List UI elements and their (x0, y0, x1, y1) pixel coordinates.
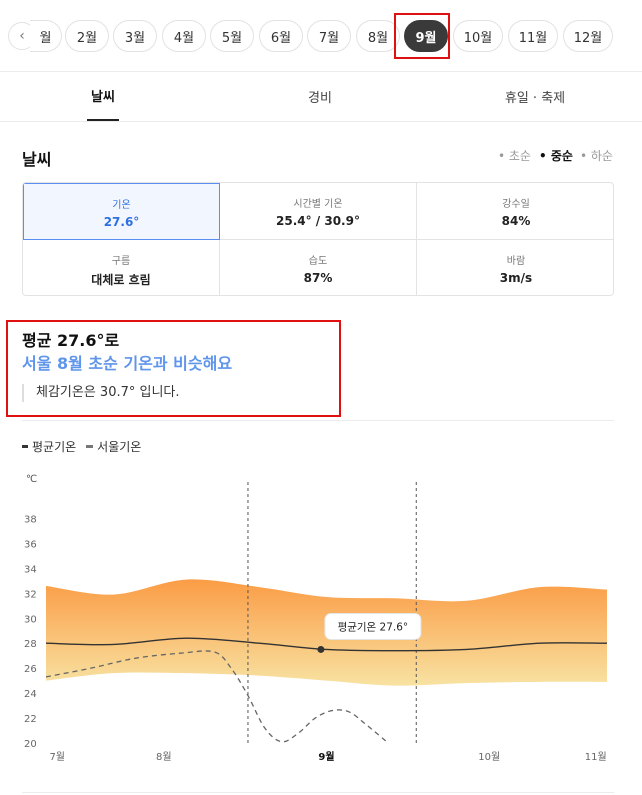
stat-label: 습도 (308, 256, 328, 267)
y-tick-label: 34 (24, 564, 37, 575)
x-tick-label: 11월 (585, 751, 607, 763)
tab-holidays-festivals[interactable]: 휴일 · 축제 (490, 72, 580, 121)
chart-legend: 평균기온 서울기온 (22, 438, 141, 455)
stat-wind[interactable]: 바람 3m/s (417, 240, 613, 295)
month-6[interactable]: 6월 (259, 20, 303, 52)
stat-value: 27.6° (103, 215, 140, 229)
stat-value: 84% (501, 214, 531, 228)
y-tick-label: 20 (24, 739, 37, 750)
stat-label: 시간별 기온 (293, 199, 343, 210)
chevron-left-icon: ‹ (19, 28, 25, 44)
stat-temperature[interactable]: 기온 27.6° (23, 183, 220, 240)
period-mid[interactable]: • 중순 (539, 147, 573, 164)
x-tick-label: 9월 (318, 751, 334, 763)
temperature-chart[interactable]: ℃ 20 22 24 26 28 30 32 34 36 38 평균기온 27.6° 7월 8월 9월… (0, 462, 642, 772)
month-11[interactable]: 11월 (508, 20, 558, 52)
x-tick-label: 7월 (49, 751, 65, 763)
y-tick-label: 24 (24, 689, 37, 700)
stat-cloud[interactable]: 구름 대체로 흐림 (23, 240, 220, 295)
tooltip-point (317, 645, 325, 653)
y-tick-label: 22 (24, 714, 37, 725)
tab-bar: 날씨 경비 휴일 · 축제 (0, 72, 642, 122)
month-5[interactable]: 5월 (210, 20, 254, 52)
period-late[interactable]: • 하순 (580, 147, 613, 164)
month-10[interactable]: 10월 (453, 20, 503, 52)
y-tick-label: 26 (24, 664, 37, 675)
month-9[interactable]: 9월 (404, 20, 448, 52)
month-7[interactable]: 7월 (307, 20, 351, 52)
month-4[interactable]: 4월 (162, 20, 206, 52)
month-8[interactable]: 8월 (356, 20, 400, 52)
stat-value: 87% (303, 271, 333, 285)
legend-seoul: 서울기온 (97, 440, 142, 454)
y-unit-label: ℃ (26, 474, 37, 485)
y-tick-label: 32 (24, 589, 37, 600)
y-tick-label: 36 (24, 539, 37, 550)
month-2[interactable]: 2월 (65, 20, 109, 52)
tab-weather[interactable]: 날씨 (87, 72, 119, 121)
y-tick-label: 28 (24, 639, 37, 650)
legend-average: 평균기온 (32, 440, 77, 454)
weather-stats-grid: 기온 27.6° 시간별 기온 25.4° / 30.9° 강수일 84% 구름… (22, 182, 614, 296)
month-1[interactable]: 월 (30, 20, 62, 52)
legend-solid-swatch (22, 445, 28, 448)
x-tick-label: 8월 (156, 751, 172, 763)
x-tick-label: 10월 (478, 751, 500, 763)
period-early[interactable]: • 초순 (498, 147, 531, 164)
y-tick-label: 38 (24, 514, 37, 525)
legend-dashed-swatch (86, 445, 94, 448)
stat-hourly-temperature[interactable]: 시간별 기온 25.4° / 30.9° (220, 183, 417, 240)
month-3[interactable]: 3월 (113, 20, 157, 52)
stat-label: 강수일 (502, 199, 530, 210)
stat-label: 바람 (506, 256, 526, 267)
month-strip: ‹ 월 2월 3월 4월 5월 6월 7월 8월 9월 10월 11월 12월 (0, 0, 642, 72)
y-tick-label: 30 (24, 614, 37, 625)
bottom-divider (22, 792, 614, 793)
divider (22, 420, 614, 421)
stat-label: 기온 (112, 200, 131, 211)
stat-precipitation-days[interactable]: 강수일 84% (417, 183, 613, 240)
stat-value: 대체로 흐림 (91, 273, 151, 287)
tab-expenses[interactable]: 경비 (300, 72, 340, 121)
stat-value: 3m/s (499, 271, 533, 285)
summary-comparison: 서울 8월 초순 기온과 비슷해요 (22, 354, 233, 373)
summary-feels-like: 체감기온은 30.7° 입니다. (22, 384, 180, 402)
stat-humidity[interactable]: 습도 87% (220, 240, 417, 295)
weather-title: 날씨 (22, 150, 52, 169)
month-12[interactable]: 12월 (563, 20, 613, 52)
tooltip-text: 평균기온 27.6° (338, 621, 409, 633)
stat-value: 25.4° / 30.9° (276, 214, 360, 228)
stat-label: 구름 (111, 256, 131, 267)
summary-average: 평균 27.6°로 (22, 331, 120, 350)
